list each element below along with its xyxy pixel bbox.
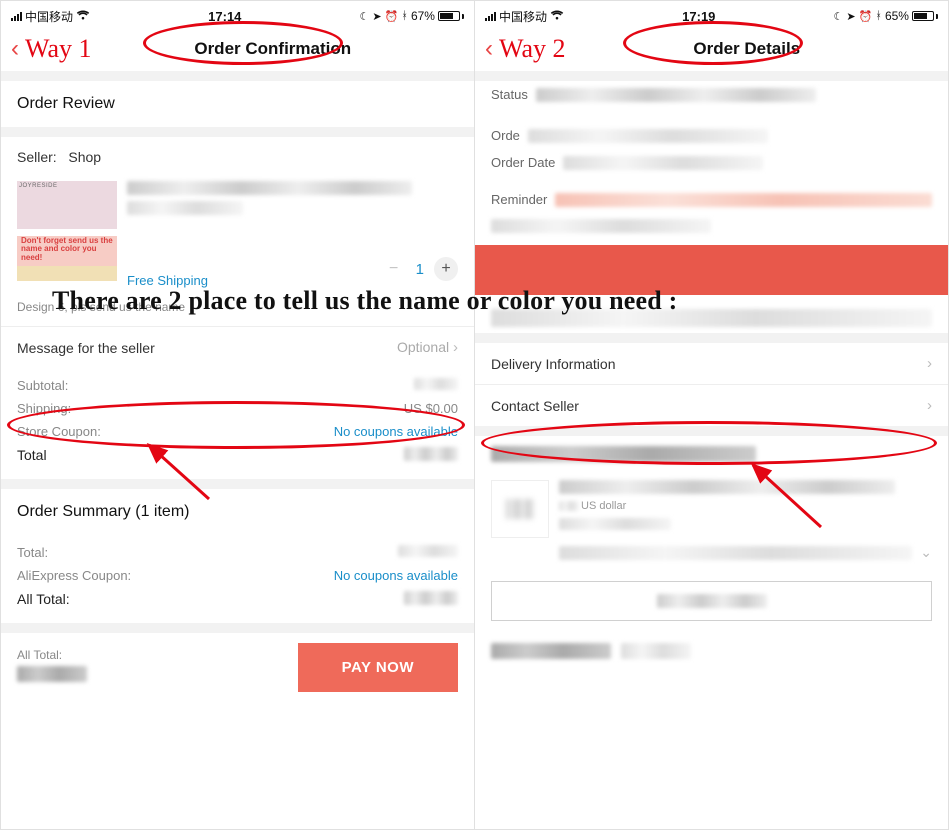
redacted-text xyxy=(491,643,611,659)
ae-coupon-label: AliExpress Coupon: xyxy=(17,568,131,583)
way-annotation: Way 2 xyxy=(499,34,566,64)
location-icon: ➤ xyxy=(372,10,381,23)
total2-label: Total: xyxy=(17,545,48,560)
message-seller-hint: Optional xyxy=(397,339,449,355)
battery-pct: 67% xyxy=(411,9,435,23)
redacted-text xyxy=(621,643,691,659)
dnd-icon: ☾ xyxy=(360,10,370,23)
redacted-text xyxy=(404,447,458,461)
total-label: Total xyxy=(17,447,47,463)
contact-seller-row[interactable]: Contact Seller › xyxy=(475,385,948,426)
location-icon: ➤ xyxy=(846,10,855,23)
redacted-text xyxy=(559,480,895,494)
paybar-all-total-label: All Total: xyxy=(17,648,286,662)
status-time: 17:19 xyxy=(682,9,715,24)
battery-icon xyxy=(438,11,464,21)
page-title: Order Confirmation xyxy=(100,39,465,59)
redacted-text xyxy=(414,378,458,390)
seller-label: Seller: xyxy=(17,149,57,165)
order-label: Orde xyxy=(491,128,520,143)
alert-banner xyxy=(475,245,948,295)
redacted-text xyxy=(404,591,458,605)
delivery-info-row[interactable]: Delivery Information › xyxy=(475,343,948,384)
order-review-heading: Order Review xyxy=(1,81,474,127)
subtotal-label: Subtotal: xyxy=(17,378,68,393)
status-label: Status xyxy=(491,87,528,102)
redacted-text xyxy=(127,201,243,215)
chevron-right-icon: › xyxy=(453,339,458,356)
qty-minus-button[interactable]: − xyxy=(382,257,406,281)
product-thumb[interactable]: JOYRESIDE Don't forget send us the name … xyxy=(17,181,117,281)
redacted-text xyxy=(491,446,756,462)
bluetooth-icon: ᚼ xyxy=(875,10,882,22)
carrier-label: 中国移动 xyxy=(499,8,547,25)
order-summary-heading: Order Summary (1 item) xyxy=(17,503,458,521)
wifi-icon xyxy=(550,9,564,23)
status-time: 17:14 xyxy=(208,9,241,24)
carrier-label: 中国移动 xyxy=(25,8,73,25)
shipping-label: Shipping: xyxy=(17,401,71,416)
redacted-text xyxy=(491,309,932,327)
redacted-text xyxy=(528,129,768,143)
qty-plus-button[interactable]: + xyxy=(434,257,458,281)
redacted-text xyxy=(657,594,767,608)
store-coupon-value[interactable]: No coupons available xyxy=(334,424,458,439)
status-bar: 中国移动 17:19 ☾ ➤ ⏰ ᚼ 65% xyxy=(475,1,948,27)
order-date-label: Order Date xyxy=(491,155,555,170)
redacted-text xyxy=(491,219,711,233)
product-thumb[interactable] xyxy=(491,480,549,538)
action-button[interactable] xyxy=(491,581,932,621)
chevron-right-icon: › xyxy=(927,397,932,414)
alarm-icon: ⏰ xyxy=(385,10,399,23)
redacted-text xyxy=(555,193,932,207)
contact-seller-label: Contact Seller xyxy=(491,398,579,414)
redacted-text xyxy=(559,546,912,560)
store-coupon-label: Store Coupon: xyxy=(17,424,101,439)
redacted-text xyxy=(398,545,458,557)
seller-name: Shop xyxy=(68,149,101,165)
message-seller-label: Message for the seller xyxy=(17,340,155,356)
battery-icon xyxy=(912,11,938,21)
signal-icon xyxy=(485,12,496,21)
redacted-text xyxy=(127,181,412,195)
message-seller-row[interactable]: Message for the seller Optional › xyxy=(1,327,474,368)
bluetooth-icon: ᚼ xyxy=(401,10,408,22)
alarm-icon: ⏰ xyxy=(859,10,873,23)
all-total-label: All Total: xyxy=(17,591,70,607)
delivery-info-label: Delivery Information xyxy=(491,356,616,372)
shipping-value: US $0.00 xyxy=(404,401,458,416)
redacted-text xyxy=(559,518,671,530)
qty-value: 1 xyxy=(416,261,424,278)
redacted-text xyxy=(17,666,87,682)
ae-coupon-value[interactable]: No coupons available xyxy=(334,568,458,583)
signal-icon xyxy=(11,12,22,21)
pay-now-button[interactable]: PAY NOW xyxy=(298,643,458,692)
battery-pct: 65% xyxy=(885,9,909,23)
redacted-text xyxy=(563,156,763,170)
dnd-icon: ☾ xyxy=(834,10,844,23)
reminder-label: Reminder xyxy=(491,192,547,207)
chevron-down-icon[interactable]: ⌄ xyxy=(920,544,932,561)
redacted-text xyxy=(536,88,816,102)
currency-hint: US dollar xyxy=(581,500,626,512)
way-annotation: Way 1 xyxy=(25,34,92,64)
status-bar: 中国移动 17:14 ☾ ➤ ⏰ ᚼ 67% xyxy=(1,1,474,27)
variant-note: Design 6, pls send us the name xyxy=(1,294,474,326)
page-title: Order Details xyxy=(574,39,939,59)
wifi-icon xyxy=(76,9,90,23)
chevron-right-icon: › xyxy=(927,355,932,372)
